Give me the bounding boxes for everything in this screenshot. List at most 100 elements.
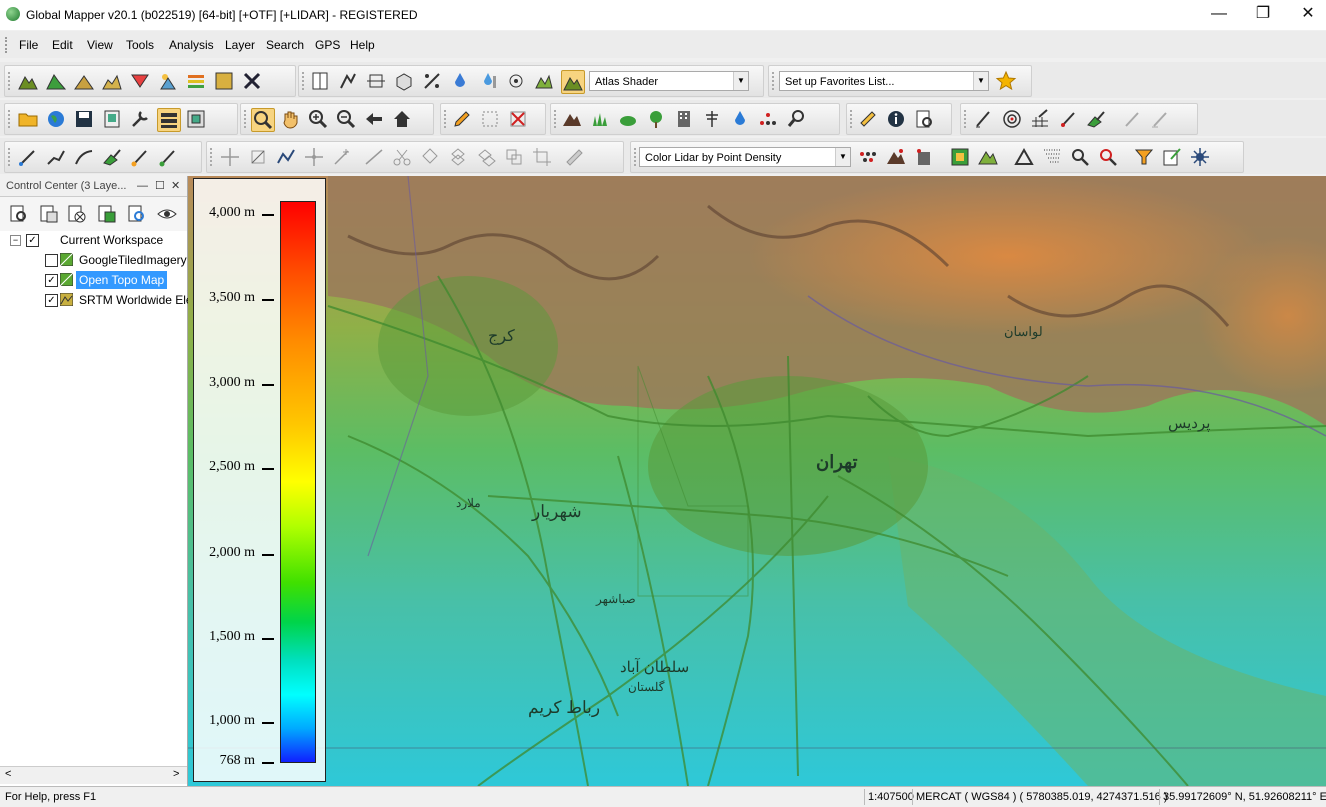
lidar-buildings-icon[interactable] <box>913 146 935 168</box>
cut-icon[interactable] <box>391 146 413 168</box>
combine-icon[interactable] <box>503 146 525 168</box>
toolbar-grip[interactable] <box>772 72 776 90</box>
atlas-shader-icon[interactable] <box>17 70 39 92</box>
path-profile-icon[interactable] <box>337 70 359 92</box>
join-icon[interactable] <box>475 146 497 168</box>
tree-row-workspace[interactable]: − ✓ Current Workspace <box>0 231 187 249</box>
overview-map-icon[interactable] <box>185 108 207 130</box>
info-icon[interactable] <box>885 108 907 130</box>
panel-horizontal-scrollbar[interactable]: < > <box>0 766 187 784</box>
edit-lidar-icon[interactable] <box>1161 146 1183 168</box>
panel-minimize-button[interactable]: — <box>137 176 148 196</box>
tree-row-layer[interactable]: ✓ SRTM Worldwide Ele <box>0 291 193 309</box>
lidar-tools-icon[interactable] <box>1189 146 1211 168</box>
elevation-grid-icon[interactable] <box>533 70 555 92</box>
toolbar-grip[interactable] <box>554 110 558 128</box>
breakline-icon[interactable] <box>757 108 779 130</box>
toolbar-grip[interactable] <box>8 148 12 166</box>
scroll-right-button[interactable]: > <box>173 768 179 780</box>
gradient-shader-icon[interactable] <box>101 70 123 92</box>
collapse-icon[interactable]: − <box>10 235 21 246</box>
feature-info-icon[interactable] <box>913 108 935 130</box>
menu-view[interactable]: View <box>87 38 113 52</box>
toolbar-grip[interactable] <box>8 72 12 90</box>
slope-direction-shader-icon[interactable] <box>213 70 235 92</box>
zoom-in-icon[interactable] <box>307 108 329 130</box>
rotate-feature-icon[interactable] <box>247 146 269 168</box>
target-icon[interactable] <box>1001 108 1023 130</box>
eye-icon[interactable] <box>156 203 178 225</box>
menu-file[interactable]: File <box>19 38 38 52</box>
3d-view-icon[interactable] <box>393 70 415 92</box>
mountain-icon[interactable] <box>561 108 583 130</box>
chevron-down-icon[interactable]: ▼ <box>973 72 988 90</box>
home-icon[interactable] <box>391 108 413 130</box>
wrench-icon[interactable] <box>129 108 151 130</box>
chevron-down-icon[interactable]: ▼ <box>835 148 850 166</box>
menu-analysis[interactable]: Analysis <box>169 38 214 52</box>
create-line-icon[interactable] <box>17 146 39 168</box>
connect-icon[interactable] <box>447 146 469 168</box>
create-area-icon[interactable] <box>101 146 123 168</box>
toolbar-grip[interactable] <box>244 110 248 128</box>
split-line-icon[interactable] <box>363 146 385 168</box>
control-center-icon[interactable] <box>157 108 181 132</box>
delete-feature-icon[interactable] <box>507 108 529 130</box>
edit-vertex-icon[interactable] <box>1057 108 1079 130</box>
export-icon[interactable] <box>101 108 123 130</box>
menu-grip[interactable] <box>5 37 10 53</box>
menu-gps[interactable]: GPS <box>315 38 340 52</box>
toolbar-grip[interactable] <box>302 72 306 90</box>
measure-area-icon[interactable] <box>365 70 387 92</box>
zoom-tool-icon[interactable] <box>251 108 275 132</box>
minimize-button[interactable]: — <box>1204 4 1234 24</box>
search-point-icon[interactable] <box>785 108 807 130</box>
toolbar-grip[interactable] <box>850 110 854 128</box>
lidar-points-icon[interactable] <box>857 146 879 168</box>
watershed-icon[interactable] <box>477 70 499 92</box>
lidar-terrain-icon[interactable] <box>885 146 907 168</box>
menu-search[interactable]: Search <box>266 38 304 52</box>
grass-icon[interactable] <box>589 108 611 130</box>
measure-line-icon[interactable] <box>563 146 585 168</box>
pencil-icon[interactable] <box>451 108 473 130</box>
ruler-icon[interactable] <box>857 108 879 130</box>
edit-area-icon[interactable] <box>1085 108 1107 130</box>
star-icon[interactable] <box>995 70 1017 92</box>
tree-row-layer[interactable]: GoogleTiledImagery <box>0 251 187 269</box>
close-button[interactable]: ✕ <box>1293 4 1323 24</box>
tree-row-layer[interactable]: ✓ Open Topo Map <box>0 271 187 289</box>
favorites-select[interactable]: Set up Favorites List... ▼ <box>779 71 989 91</box>
lidar-search-icon[interactable] <box>1069 146 1091 168</box>
layer-checkbox-opentopo[interactable]: ✓ <box>45 274 58 287</box>
daylight-shader-icon[interactable] <box>157 70 179 92</box>
workspace-checkbox[interactable]: ✓ <box>26 234 39 247</box>
lidar-select-icon[interactable] <box>1097 146 1119 168</box>
atlas-shader-active-icon[interactable] <box>561 70 585 94</box>
shader-select[interactable]: Atlas Shader ▼ <box>589 71 749 91</box>
add-vertex-icon[interactable] <box>331 146 353 168</box>
scroll-left-button[interactable]: < <box>5 768 11 780</box>
grid-edit-icon[interactable] <box>1029 108 1051 130</box>
layer-checkbox-srtm[interactable]: ✓ <box>45 294 58 307</box>
bush-icon[interactable] <box>617 108 639 130</box>
layer-options-icon[interactable] <box>96 203 118 225</box>
edit-disabled-icon[interactable] <box>1149 108 1171 130</box>
toolbar-grip[interactable] <box>964 110 968 128</box>
menu-edit[interactable]: Edit <box>52 38 73 52</box>
lidar-classify-icon[interactable] <box>1041 146 1063 168</box>
layer-search-icon[interactable] <box>8 203 30 225</box>
lidar-grid-icon[interactable] <box>949 146 971 168</box>
toolbar-grip[interactable] <box>634 148 638 166</box>
powerline-icon[interactable] <box>701 108 723 130</box>
reshape-icon[interactable] <box>275 146 297 168</box>
zoom-out-icon[interactable] <box>335 108 357 130</box>
water-level-icon[interactable] <box>449 70 471 92</box>
open-folder-icon[interactable] <box>17 108 39 130</box>
move-vertex-icon[interactable] <box>219 146 241 168</box>
tree-icon[interactable] <box>645 108 667 130</box>
view-shed-icon[interactable] <box>505 70 527 92</box>
panel-restore-button[interactable]: ☐ <box>155 176 165 196</box>
map-view[interactable]: تهران شهریار کرج پردیس لواسان رباط کریم … <box>188 176 1326 786</box>
layer-checkbox-google[interactable] <box>45 254 58 267</box>
